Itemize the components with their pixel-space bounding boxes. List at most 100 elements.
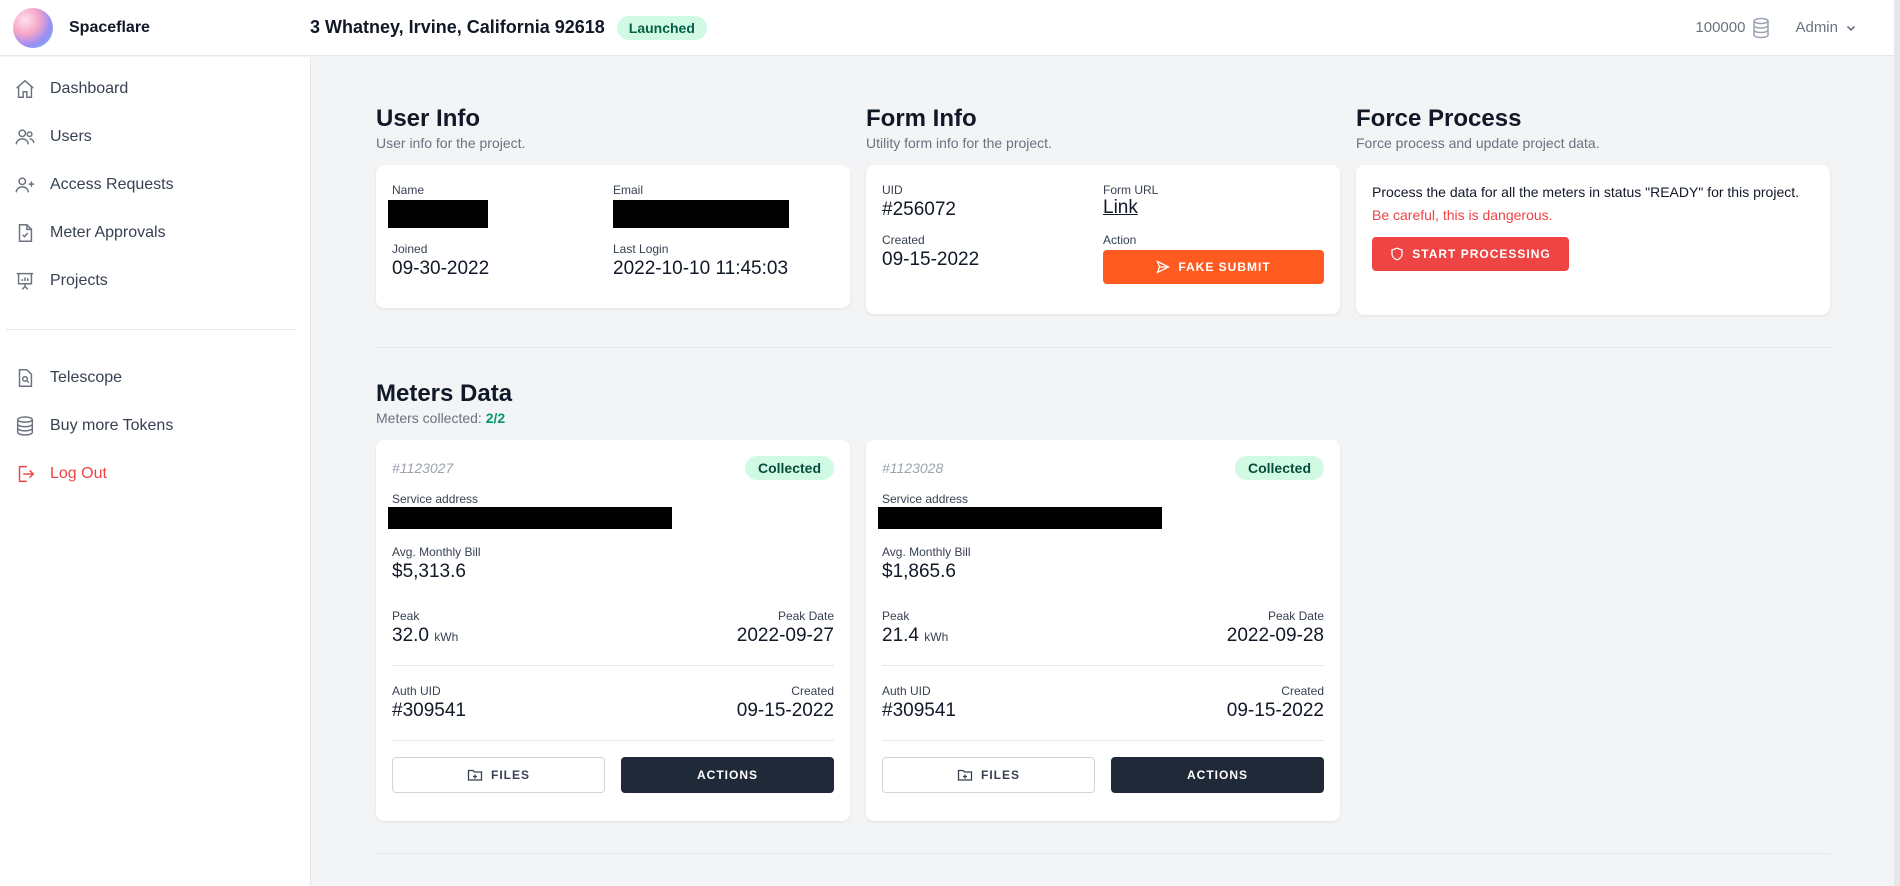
redacted-email bbox=[613, 200, 789, 228]
sidebar-item-log-out[interactable]: Log Out bbox=[0, 450, 310, 498]
peak-date-label: Peak Date bbox=[777, 609, 834, 623]
files-button-label: FILES bbox=[490, 768, 530, 782]
redacted-service-address bbox=[878, 507, 1162, 529]
start-processing-label: START PROCESSING bbox=[1412, 247, 1551, 261]
name-label: Name bbox=[392, 183, 425, 197]
sidebar-divider bbox=[6, 329, 296, 330]
section-subtitle: Utility form info for the project. bbox=[866, 135, 1052, 151]
created-value: 09-15-2022 bbox=[882, 249, 980, 270]
created-label: Created bbox=[791, 684, 834, 698]
action-label: Action bbox=[1103, 233, 1137, 247]
meter-status-badge: Collected bbox=[1234, 456, 1324, 480]
sidebar-item-label: Buy more Tokens bbox=[50, 417, 174, 434]
joined-label: Joined bbox=[392, 242, 428, 256]
sidebar-item-dashboard[interactable]: Dashboard bbox=[0, 65, 310, 113]
meters-collected-label: Meters collected: bbox=[376, 410, 482, 426]
files-button[interactable]: FILES bbox=[392, 757, 605, 793]
peak-unit: kWh bbox=[924, 630, 949, 644]
actions-button[interactable]: ACTIONS bbox=[1111, 757, 1324, 793]
last-login-value: 2022-10-10 11:45:03 bbox=[613, 258, 789, 279]
created-label: Created bbox=[882, 233, 925, 247]
sidebar-item-telescope[interactable]: Telescope bbox=[0, 354, 310, 402]
form-info-section: Form Info Utility form info for the proj… bbox=[866, 105, 1340, 315]
folder-add-icon bbox=[467, 769, 483, 781]
actions-button-label: ACTIONS bbox=[1187, 768, 1248, 782]
start-processing-button[interactable]: START PROCESSING bbox=[1372, 237, 1569, 271]
paper-airplane-icon bbox=[1156, 260, 1171, 274]
danger-warning: Be careful, this is dangerous. bbox=[1372, 207, 1553, 223]
shield-icon bbox=[1391, 247, 1403, 261]
last-login-label: Last Login bbox=[613, 242, 669, 256]
card-divider bbox=[882, 740, 1324, 741]
sidebar-item-label: Log Out bbox=[50, 465, 107, 482]
service-address-label: Service address bbox=[392, 492, 479, 506]
sidebar-item-users[interactable]: Users bbox=[0, 113, 310, 161]
uid-value: #256072 bbox=[882, 199, 956, 220]
created-label: Created bbox=[1281, 684, 1324, 698]
actions-button[interactable]: ACTIONS bbox=[621, 757, 834, 793]
meter-status-badge: Collected bbox=[744, 456, 834, 480]
fake-submit-label: FAKE SUBMIT bbox=[1178, 260, 1271, 274]
token-balance[interactable]: 100000 bbox=[1695, 17, 1771, 39]
section-title: Force Process bbox=[1356, 105, 1522, 132]
user-info-section: User Info User info for the project. Nam… bbox=[376, 105, 850, 315]
sidebar-item-label: Telescope bbox=[50, 369, 123, 386]
section-divider bbox=[376, 347, 1831, 348]
force-process-description: Process the data for all the meters in s… bbox=[1372, 184, 1800, 200]
user-info-card: Name Email Joined 09-30-2022 Last Login … bbox=[376, 165, 850, 308]
top-bar: Spaceflare 3 Whatney, Irvine, California… bbox=[0, 0, 1900, 56]
sidebar-item-projects[interactable]: Projects bbox=[0, 257, 310, 305]
auth-uid-value: #309541 bbox=[882, 700, 956, 721]
fake-submit-button[interactable]: FAKE SUBMIT bbox=[1103, 250, 1324, 284]
created-value: 09-15-2022 bbox=[736, 700, 834, 721]
meter-card: #1123027 Collected Service address Avg. … bbox=[376, 440, 850, 821]
section-subtitle: Force process and update project data. bbox=[1356, 135, 1600, 151]
meters-collected-value: 2/2 bbox=[485, 410, 506, 426]
uid-label: UID bbox=[882, 183, 903, 197]
peak-date-label: Peak Date bbox=[1267, 609, 1324, 623]
sidebar-item-access-requests[interactable]: Access Requests bbox=[0, 161, 310, 209]
peak-number: 21.4 bbox=[882, 625, 919, 646]
redacted-name bbox=[388, 200, 488, 228]
service-address-label: Service address bbox=[882, 492, 969, 506]
auth-uid-label: Auth UID bbox=[392, 684, 441, 698]
sidebar-item-meter-approvals[interactable]: Meter Approvals bbox=[0, 209, 310, 257]
logout-icon bbox=[18, 465, 35, 483]
document-check-icon bbox=[18, 224, 33, 242]
sidebar-item-label: Projects bbox=[50, 272, 108, 289]
user-menu[interactable]: Admin bbox=[1795, 19, 1858, 36]
peak-value: 32.0 kWh bbox=[392, 625, 458, 647]
section-subtitle: User info for the project. bbox=[376, 135, 526, 151]
email-label: Email bbox=[613, 183, 644, 197]
sidebar-item-label: Meter Approvals bbox=[50, 224, 166, 241]
peak-number: 32.0 bbox=[392, 625, 429, 646]
app-logo bbox=[13, 7, 53, 48]
sidebar-item-buy-tokens[interactable]: Buy more Tokens bbox=[0, 402, 310, 450]
force-process-section: Force Process Force process and update p… bbox=[1356, 105, 1830, 315]
sidebar-item-label: Users bbox=[50, 128, 92, 145]
card-divider bbox=[882, 665, 1324, 666]
database-icon bbox=[1753, 17, 1770, 38]
project-status-badge: Launched bbox=[616, 15, 707, 40]
auth-uid-value: #309541 bbox=[392, 700, 466, 721]
peak-date-value: 2022-09-27 bbox=[736, 625, 834, 646]
sidebar-item-label: Dashboard bbox=[50, 80, 129, 97]
section-title: Form Info bbox=[866, 105, 977, 132]
home-icon bbox=[16, 79, 34, 98]
meters-collected: Meters collected: 2/2 bbox=[376, 410, 1831, 426]
force-process-card: Process the data for all the meters in s… bbox=[1356, 165, 1830, 315]
avg-bill-value: $1,865.6 bbox=[882, 561, 956, 582]
database-icon bbox=[16, 416, 34, 436]
created-value: 09-15-2022 bbox=[1226, 700, 1324, 721]
files-button[interactable]: FILES bbox=[882, 757, 1095, 793]
form-url-label: Form URL bbox=[1103, 183, 1159, 197]
redacted-service-address bbox=[388, 507, 672, 529]
project-address: 3 Whatney, Irvine, California 92618 bbox=[310, 17, 605, 37]
section-divider bbox=[376, 853, 1831, 854]
user-plus-icon bbox=[15, 177, 35, 193]
meter-card: #1123028 Collected Service address Avg. … bbox=[866, 440, 1340, 821]
brand[interactable]: Spaceflare bbox=[0, 7, 310, 48]
actions-button-label: ACTIONS bbox=[697, 768, 758, 782]
form-info-card: UID #256072 Form URL Link Created 09-15-… bbox=[866, 165, 1340, 314]
form-url-link[interactable]: Link bbox=[1103, 197, 1138, 218]
